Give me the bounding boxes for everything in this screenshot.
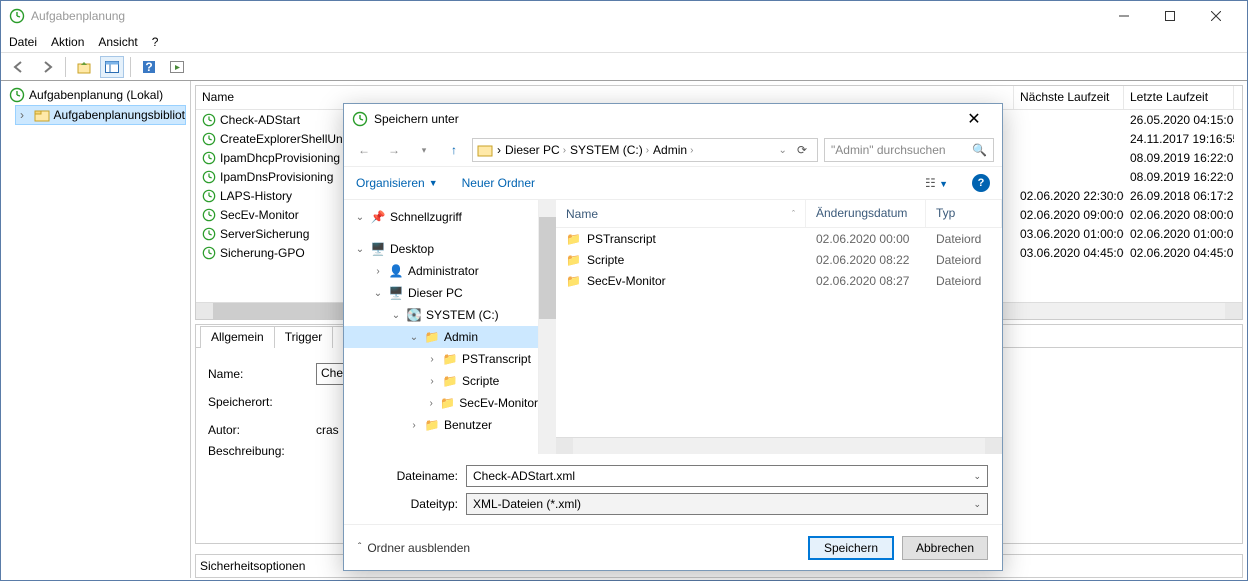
nav-back-button[interactable]	[7, 56, 31, 78]
tree-pane: Aufgabenplanung (Lokal) › Aufgabenplanun…	[1, 81, 191, 578]
nav-forward-button[interactable]	[35, 56, 59, 78]
tab-trigger[interactable]: Trigger	[274, 326, 334, 348]
monitor-icon: 🖥️	[370, 242, 386, 256]
titlebar: Aufgabenplanung	[1, 1, 1247, 31]
filecol-type[interactable]: Typ	[926, 200, 1002, 227]
new-folder-button[interactable]: Neuer Ordner	[462, 176, 535, 190]
folder-icon: 📁	[424, 330, 440, 344]
svg-text:?: ?	[145, 60, 152, 74]
refresh-icon[interactable]: ⟳	[797, 143, 807, 157]
chevron-down-icon: ⌄	[973, 471, 981, 482]
nav-users[interactable]: ›📁Benutzer	[344, 414, 538, 436]
nav-this-pc[interactable]: ⌄🖥️Dieser PC	[344, 282, 538, 304]
app-title: Aufgabenplanung	[31, 9, 125, 23]
tool-panel-icon[interactable]	[100, 56, 124, 78]
recent-dropdown[interactable]: ▾	[412, 138, 436, 162]
nav-scripte[interactable]: ›📁Scripte	[344, 370, 538, 392]
filename-input[interactable]: Check-ADStart.xml⌄	[466, 465, 988, 487]
navigation-pane: ⌄📌Schnellzugriff ⌄🖥️Desktop ›👤Administra…	[344, 200, 539, 454]
col-next[interactable]: Nächste Laufzeit	[1014, 86, 1124, 109]
menu-help[interactable]: ?	[152, 35, 159, 49]
chevron-right-icon[interactable]: ›	[20, 108, 30, 122]
nav-admin-folder[interactable]: ⌄📁Admin	[344, 326, 538, 348]
dialog-close-button[interactable]: ✕	[954, 104, 994, 134]
tool-help-icon[interactable]: ?	[137, 56, 161, 78]
nav-desktop[interactable]: ⌄🖥️Desktop	[344, 238, 538, 260]
star-icon: 📌	[370, 210, 386, 224]
save-as-dialog: Speichern unter ✕ ← → ▾ ↑ › Dieser PC› S…	[343, 103, 1003, 571]
app-icon	[9, 8, 25, 24]
forward-button[interactable]: →	[382, 138, 406, 162]
chevron-up-icon: ˆ	[358, 542, 361, 553]
search-box[interactable]: "Admin" durchsuchen 🔍	[824, 138, 994, 162]
cancel-button[interactable]: Abbrechen	[902, 536, 988, 560]
drive-icon: 💽	[406, 308, 422, 322]
file-row[interactable]: 📁PSTranscript02.06.2020 00:00Dateiord	[556, 228, 1002, 249]
save-button[interactable]: Speichern	[808, 536, 894, 560]
chevron-down-icon: ⌄	[973, 499, 981, 510]
close-button[interactable]	[1193, 1, 1239, 31]
nav-secev[interactable]: ›📁SecEv-Monitor	[344, 392, 538, 414]
col-last[interactable]: Letzte Laufzeit	[1124, 86, 1234, 109]
tree-root[interactable]: Aufgabenplanung (Lokal)	[5, 85, 186, 105]
folder-icon	[477, 142, 493, 158]
tab-allgemein[interactable]: Allgemein	[200, 326, 275, 348]
pc-icon: 🖥️	[388, 286, 404, 300]
author-label: Autor:	[208, 423, 308, 437]
minimize-button[interactable]	[1101, 1, 1147, 31]
search-icon: 🔍	[972, 143, 987, 157]
help-icon[interactable]: ?	[972, 174, 990, 192]
maximize-button[interactable]	[1147, 1, 1193, 31]
main-window: Aufgabenplanung Datei Aktion Ansicht ? ?…	[0, 0, 1248, 581]
name-label: Name:	[208, 367, 308, 381]
up-button[interactable]: ↑	[442, 138, 466, 162]
nav-scrollbar[interactable]	[539, 200, 556, 454]
address-bar[interactable]: › Dieser PC› SYSTEM (C:)› Admin› ⌄ ⟳	[472, 138, 818, 162]
file-row[interactable]: 📁Scripte02.06.2020 08:22Dateiord	[556, 249, 1002, 270]
file-row[interactable]: 📁SecEv-Monitor02.06.2020 08:27Dateiord	[556, 270, 1002, 291]
nav-pstranscript[interactable]: ›📁PSTranscript	[344, 348, 538, 370]
menu-ansicht[interactable]: Ansicht	[98, 35, 137, 49]
file-scrollbar[interactable]	[556, 437, 1002, 454]
back-button[interactable]: ←	[352, 138, 376, 162]
hide-folders-toggle[interactable]: ˆOrdner ausblenden	[358, 541, 470, 555]
menubar: Datei Aktion Ansicht ?	[1, 31, 1247, 53]
filename-label: Dateiname:	[358, 469, 458, 483]
location-label: Speicherort:	[208, 395, 308, 409]
dialog-title: Speichern unter	[374, 112, 459, 126]
tree-library[interactable]: › Aufgabenplanungsbibliot	[15, 105, 186, 125]
toolbar: ?	[1, 53, 1247, 81]
tool-run-icon[interactable]	[165, 56, 189, 78]
filetype-select[interactable]: XML-Dateien (*.xml)⌄	[466, 493, 988, 515]
filecol-date[interactable]: Änderungsdatum	[806, 200, 926, 227]
organize-button[interactable]: Organisieren ▼	[356, 176, 438, 190]
nav-system-drive[interactable]: ⌄💽SYSTEM (C:)	[344, 304, 538, 326]
address-dropdown-icon[interactable]: ⌄	[779, 145, 787, 156]
nav-quick-access[interactable]: ⌄📌Schnellzugriff	[344, 206, 538, 228]
filecol-name[interactable]: Nameˆ	[556, 200, 806, 227]
user-icon: 👤	[388, 264, 404, 278]
nav-administrator[interactable]: ›👤Administrator	[344, 260, 538, 282]
menu-aktion[interactable]: Aktion	[51, 35, 84, 49]
description-label: Beschreibung:	[208, 444, 308, 458]
menu-datei[interactable]: Datei	[9, 35, 37, 49]
view-options-icon[interactable]: ☷ ▼	[925, 176, 948, 190]
dialog-icon	[352, 111, 368, 127]
tool-folder-up-icon[interactable]	[72, 56, 96, 78]
author-value: cras	[316, 423, 339, 437]
filetype-label: Dateityp:	[358, 497, 458, 511]
